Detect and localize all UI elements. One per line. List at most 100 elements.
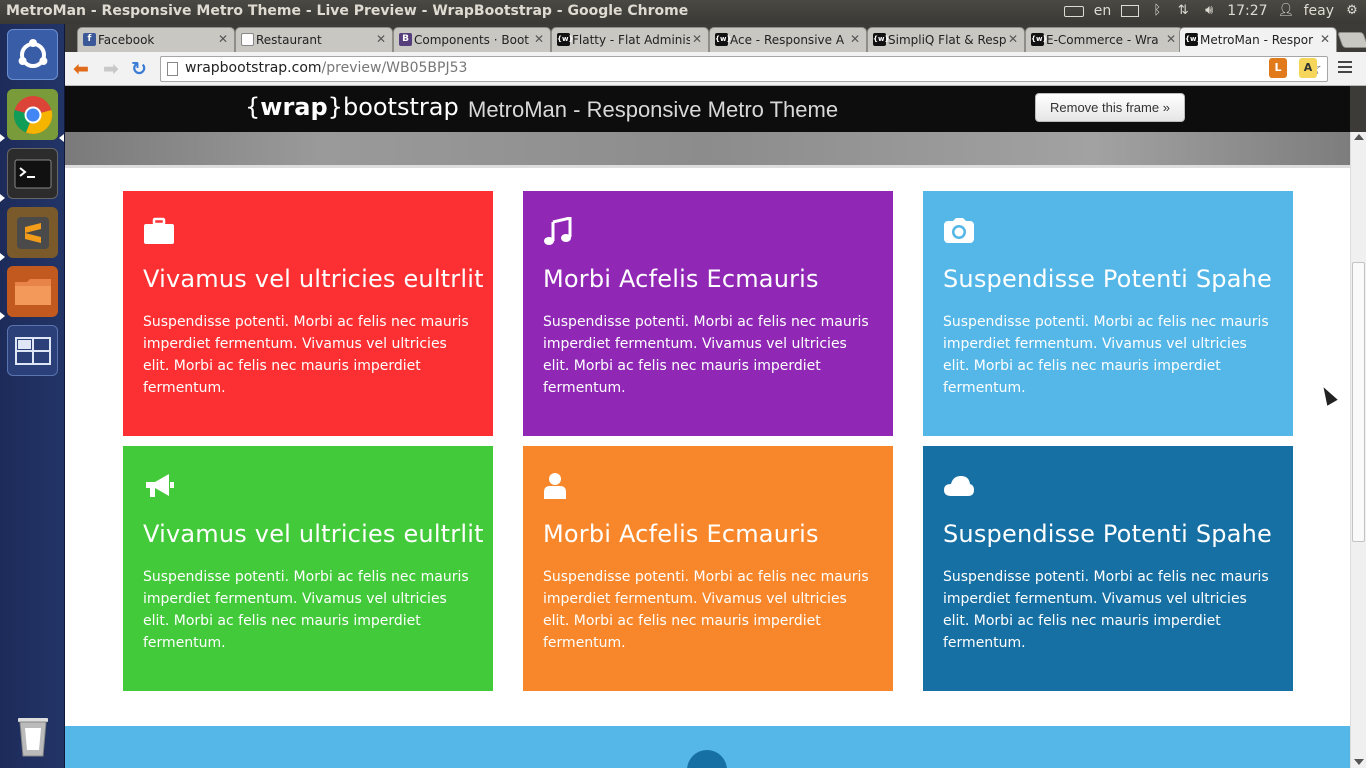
tab-metroman[interactable]: {w} MetroMan - Respor ✕ (1179, 27, 1337, 52)
close-tab-icon[interactable]: ✕ (1008, 32, 1018, 46)
cloud-icon (944, 476, 974, 496)
mail-icon[interactable] (1121, 5, 1140, 17)
tab-label: Facebook (98, 33, 155, 47)
feature-tile[interactable]: Morbi Acfelis Ecmauris Suspendisse poten… (523, 191, 893, 436)
scroll-thumb[interactable] (1352, 262, 1365, 542)
tile-title: Morbi Acfelis Ecmauris (543, 265, 819, 293)
tile-text: Suspendisse potenti. Morbi ac felis nec … (943, 569, 1269, 651)
tab-restaurant[interactable]: Restaurant ✕ (235, 27, 393, 52)
briefcase-icon (144, 217, 174, 244)
camera-icon (944, 218, 974, 243)
tab-simpliq[interactable]: {w} SimpliQ Flat & Resp ✕ (867, 27, 1025, 52)
tile-text: Suspendisse potenti. Morbi ac felis nec … (143, 314, 469, 396)
clock[interactable]: 17:27 (1227, 3, 1267, 19)
workspace-switcher-icon[interactable] (7, 325, 58, 376)
trash-icon[interactable] (7, 709, 58, 760)
running-indicator (0, 312, 5, 320)
tab-strip: f Facebook ✕ Restaurant ✕ B Components ·… (65, 24, 1366, 52)
url-path: /preview/WB05BPJ53 (321, 60, 468, 76)
keyboard-icon[interactable] (1063, 5, 1084, 17)
back-icon[interactable]: ⬅ (73, 58, 89, 80)
user-icon (544, 473, 566, 499)
bullhorn-icon (146, 474, 174, 497)
close-tab-icon[interactable]: ✕ (218, 32, 228, 46)
bluetooth-icon[interactable]: ᛒ (1149, 4, 1165, 18)
wrapbootstrap-favicon-icon: {w} (1031, 33, 1047, 46)
tab-components-bootstrap[interactable]: B Components · Boot ✕ (393, 27, 551, 52)
tile-title: Vivamus vel ultricies eultrlit (143, 265, 484, 293)
active-indicator (59, 134, 64, 142)
sublime-text-icon[interactable] (7, 207, 58, 258)
tile-text: Suspendisse potenti. Morbi ac felis nec … (943, 314, 1269, 396)
chrome-icon[interactable] (7, 89, 58, 140)
music-icon (544, 216, 572, 245)
tile-title: Morbi Acfelis Ecmauris (543, 520, 819, 548)
page-icon (167, 62, 178, 76)
address-bar[interactable]: wrapbootstrap.com/preview/WB05BPJ53 ☆ (160, 56, 1328, 82)
settings-gear-icon[interactable]: ⚙ (1344, 4, 1360, 18)
forward-icon[interactable]: ➡ (103, 58, 119, 80)
tile-title: Suspendisse Potenti Spahe (943, 265, 1273, 293)
wrapbootstrap-favicon-icon: {w} (873, 33, 889, 46)
url-host: wrapbootstrap.com (185, 60, 322, 76)
volume-icon[interactable]: 🔊︎ (1201, 4, 1217, 18)
page-viewport: Vivamus vel ultricies eultrlit Suspendis… (65, 132, 1350, 768)
tab-ace[interactable]: {w} Ace - Responsive A ✕ (709, 27, 867, 52)
top-panel: MetroMan - Responsive Metro Theme - Live… (0, 0, 1366, 24)
page-favicon-icon (241, 33, 254, 46)
feature-tile[interactable]: Suspendisse Potenti Spahe Suspendisse po… (923, 191, 1293, 436)
wrapbootstrap-favicon-icon: {w} (1185, 33, 1201, 46)
reload-icon[interactable]: ↻ (131, 58, 147, 80)
new-tab-button[interactable] (1337, 32, 1366, 48)
scroll-up-icon[interactable] (1354, 134, 1364, 140)
running-indicator (0, 253, 5, 261)
bootstrap-favicon-icon: B (399, 33, 412, 46)
wrapbootstrap-favicon-icon: {w} (715, 33, 731, 46)
launcher (0, 24, 65, 768)
tab-flatty[interactable]: {w} Flatty - Flat Adminis ✕ (551, 27, 709, 52)
translate-extension-icon[interactable]: A (1299, 58, 1317, 78)
tab-label: Flatty - Flat Adminis (572, 33, 690, 47)
tile-text: Suspendisse potenti. Morbi ac felis nec … (543, 314, 869, 396)
user-icon[interactable]: 👤︎ (1278, 4, 1295, 18)
page-scrollbar[interactable] (1350, 132, 1366, 768)
running-indicator (0, 194, 5, 202)
wrapbootstrap-favicon-icon: {w} (557, 33, 573, 46)
network-icon[interactable]: ⇅ (1175, 4, 1191, 18)
tab-facebook[interactable]: f Facebook ✕ (77, 27, 235, 52)
close-tab-icon[interactable]: ✕ (692, 32, 702, 46)
feature-tile[interactable]: Vivamus vel ultricies eultrlit Suspendis… (123, 191, 493, 436)
close-tab-icon[interactable]: ✕ (376, 32, 386, 46)
wrapbootstrap-logo[interactable]: {wrap}bootstrap (245, 93, 459, 121)
tab-label: MetroMan - Respor (1200, 33, 1314, 47)
dash-icon[interactable] (7, 29, 58, 80)
feature-tile[interactable]: Morbi Acfelis Ecmauris Suspendisse poten… (523, 446, 893, 691)
close-tab-icon[interactable]: ✕ (1320, 32, 1330, 46)
files-icon[interactable] (7, 266, 58, 317)
close-tab-icon[interactable]: ✕ (1166, 32, 1176, 46)
close-tab-icon[interactable]: ✕ (534, 32, 544, 46)
tile-text: Suspendisse potenti. Morbi ac felis nec … (143, 569, 469, 651)
chrome-menu-icon[interactable] (1338, 61, 1352, 76)
tab-label: E-Commerce - Wra (1046, 33, 1159, 47)
tile-text: Suspendisse potenti. Morbi ac felis nec … (543, 569, 869, 651)
feature-tile[interactable]: Suspendisse Potenti Spahe Suspendisse po… (923, 446, 1293, 691)
tab-label: Components · Boot (414, 33, 529, 47)
extension-icon[interactable]: L (1269, 58, 1287, 78)
tab-label: Restaurant (256, 33, 322, 47)
close-tab-icon[interactable]: ✕ (850, 32, 860, 46)
tab-label: Ace - Responsive A (730, 33, 845, 47)
window-title: MetroMan - Responsive Metro Theme - Live… (6, 3, 689, 19)
next-section-band (65, 726, 1350, 768)
tab-ecommerce[interactable]: {w} E-Commerce - Wra ✕ (1025, 27, 1183, 52)
feature-tile[interactable]: Vivamus vel ultricies eultrlit Suspendis… (123, 446, 493, 691)
scroll-down-icon[interactable] (1354, 759, 1364, 765)
running-indicator (0, 134, 5, 142)
keyboard-layout[interactable]: en (1094, 3, 1112, 19)
user-name[interactable]: feay (1304, 3, 1334, 19)
terminal-icon[interactable] (7, 148, 58, 199)
preview-frame-bar: {wrap}bootstrap MetroMan - Responsive Me… (65, 86, 1350, 132)
system-tray: en ᛒ ⇅ 🔊︎ 17:27 👤︎ feay ⚙ (1063, 3, 1360, 19)
remove-frame-button[interactable]: Remove this frame » (1035, 93, 1185, 122)
facebook-favicon-icon: f (83, 33, 96, 46)
